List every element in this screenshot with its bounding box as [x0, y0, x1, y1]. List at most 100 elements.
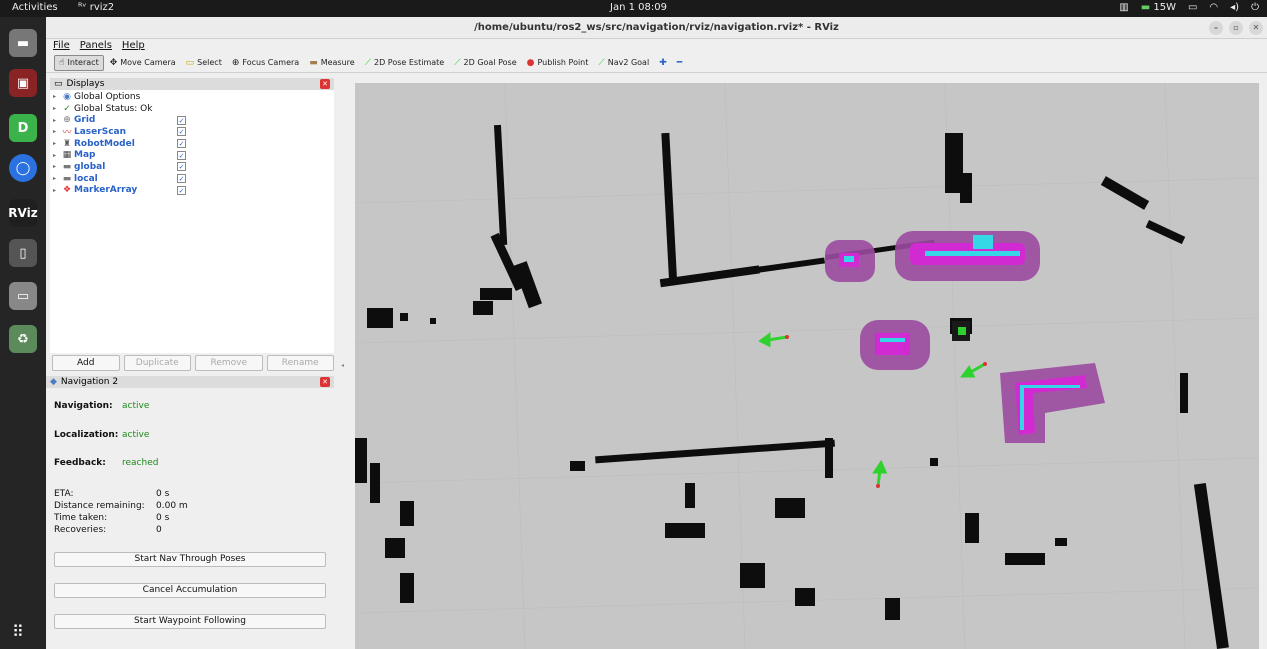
expand-icon[interactable]: ▸	[50, 175, 60, 182]
expand-icon[interactable]: ▸	[50, 152, 60, 159]
feedback-value: reached	[122, 458, 159, 469]
interact-label: Interact	[67, 58, 99, 67]
publish-point-label: Publish Point	[537, 58, 589, 67]
monitor-icon: ▭	[54, 79, 63, 89]
grid-lines	[355, 83, 1259, 649]
expand-icon[interactable]: ▸	[50, 93, 60, 100]
tree-item-local[interactable]: ▸ ▬ local ✓	[50, 173, 334, 185]
pose-estimate-tool[interactable]: ⟋ 2D Pose Estimate	[361, 55, 449, 71]
start-waypoint-following-button[interactable]: Start Waypoint Following	[54, 613, 326, 629]
menu-help[interactable]: Help	[122, 39, 145, 53]
system-tray[interactable]: ▥ ▬ 15W ▭ ◠ ◂) ⏻	[1119, 2, 1259, 13]
laserscan-checkbox[interactable]: ✓	[177, 127, 186, 137]
close-icon[interactable]: ✕	[1249, 21, 1263, 35]
power-icon: ⏻	[1251, 2, 1259, 13]
robot-model	[952, 321, 970, 341]
terminal-icon[interactable]: ▣	[9, 69, 37, 97]
clock[interactable]: Jan 1 08:09	[610, 2, 667, 13]
move-camera-tool[interactable]: ✥ Move Camera	[106, 55, 180, 71]
nav2-header: ◆ Navigation 2 ✕	[46, 376, 334, 388]
localization-value: active	[122, 429, 150, 440]
distance-row: Distance remaining: 0.00 m	[54, 500, 326, 512]
focus-camera-tool[interactable]: ⊕ Focus Camera	[228, 55, 303, 71]
expand-icon[interactable]: ▸	[50, 163, 60, 170]
collapse-handle-icon[interactable]: ◂	[341, 362, 344, 369]
close-nav2-icon[interactable]: ✕	[320, 377, 330, 387]
tablet-icon[interactable]: ▯	[9, 239, 37, 267]
local-checkbox[interactable]: ✓	[177, 174, 186, 184]
hand-icon: ☝	[59, 57, 65, 68]
distance-value: 0.00 m	[156, 500, 188, 511]
nav2-goal-tool[interactable]: ⟋ Nav2 Goal	[594, 55, 653, 71]
network-icon: ▥	[1119, 2, 1129, 13]
remove-button[interactable]: Remove	[195, 355, 263, 371]
wifi-icon: ◠	[1209, 2, 1219, 13]
close-displays-icon[interactable]: ✕	[320, 79, 330, 89]
show-apps-icon[interactable]: ⠿	[12, 622, 24, 641]
tree-item-laserscan[interactable]: ▸ 〰 LaserScan ✓	[50, 126, 334, 138]
add-display-button[interactable]: Add	[52, 355, 120, 371]
markerarray-checkbox[interactable]: ✓	[177, 185, 186, 195]
publish-point-tool[interactable]: ● Publish Point	[523, 55, 593, 71]
activities-button[interactable]: Activities	[12, 2, 58, 13]
drive-icon[interactable]: ▭	[9, 282, 37, 310]
duplicate-button[interactable]: Duplicate	[123, 355, 191, 371]
goal-pose-tool[interactable]: ⟋ 2D Goal Pose	[450, 55, 520, 71]
navigation-value: active	[122, 401, 150, 412]
expand-icon[interactable]: ▸	[50, 187, 60, 194]
start-nav-through-poses-button[interactable]: Start Nav Through Poses	[54, 551, 326, 567]
expand-icon[interactable]: ▸	[50, 140, 60, 147]
window-titlebar: /home/ubuntu/ros2_ws/src/navigation/rviz…	[46, 17, 1267, 39]
render-viewport[interactable]	[355, 83, 1259, 649]
expand-icon[interactable]: ▸	[50, 128, 60, 135]
display-icon: ▭	[1187, 2, 1198, 13]
map-checkbox[interactable]: ✓	[177, 150, 186, 160]
rviz-icon[interactable]: RViz	[8, 199, 38, 227]
tree-item-global-options[interactable]: ▸ ◉ Global Options	[50, 91, 334, 103]
qtcreator-label: D	[17, 120, 29, 136]
tree-item-label: Grid	[74, 115, 96, 126]
interact-tool[interactable]: ☝ Interact	[54, 54, 104, 71]
menu-panels[interactable]: Panels	[80, 39, 112, 53]
measure-tool[interactable]: ▬ Measure	[305, 55, 359, 71]
remove-tool-button[interactable]: ━	[673, 55, 686, 71]
tree-item-global-status[interactable]: ▸ ✓ Global Status: Ok	[50, 103, 334, 115]
chromium-icon[interactable]: ◯	[9, 154, 37, 182]
qtcreator-icon[interactable]: D	[9, 114, 37, 142]
menu-file[interactable]: File	[53, 39, 70, 53]
app-menu[interactable]: ᴿᵛ rviz2	[78, 2, 114, 13]
expand-icon[interactable]: ▸	[50, 117, 60, 124]
select-tool[interactable]: ▭ Select	[182, 55, 226, 71]
tool-bar: ☝ Interact ✥ Move Camera ▭ Select ⊕ Focus Ca…	[46, 53, 1267, 73]
tree-item-label: global	[74, 161, 106, 172]
measure-label: Measure	[320, 58, 355, 67]
tree-item-grid[interactable]: ▸ ⊕ Grid ✓	[50, 114, 334, 126]
plus-icon: ✚	[659, 57, 667, 68]
grid-checkbox[interactable]: ✓	[177, 115, 186, 125]
expand-icon[interactable]: ▸	[50, 105, 60, 112]
feedback-status: Feedback: reached	[54, 449, 326, 478]
add-tool-button[interactable]: ✚	[655, 55, 671, 71]
recoveries-label: Recoveries:	[54, 524, 107, 535]
recoveries-row: Recoveries: 0	[54, 524, 326, 536]
maximize-icon[interactable]: ▫	[1229, 21, 1243, 35]
marker-icon: ❖	[62, 185, 72, 196]
displays-header: ▭ Displays ✕	[50, 78, 334, 90]
robotmodel-checkbox[interactable]: ✓	[177, 139, 186, 149]
tree-item-global[interactable]: ▸ ▬ global ✓	[50, 161, 334, 173]
trash-icon[interactable]: ♻	[9, 325, 37, 353]
cancel-accumulation-button[interactable]: Cancel Accumulation	[54, 582, 326, 598]
files-icon[interactable]: ▬	[9, 29, 37, 57]
tree-item-robotmodel[interactable]: ▸ ♜ RobotModel ✓	[50, 138, 334, 150]
minimize-icon[interactable]: –	[1209, 21, 1223, 35]
global-checkbox[interactable]: ✓	[177, 162, 186, 172]
power-label: 15W	[1153, 2, 1176, 13]
window-title: /home/ubuntu/ros2_ws/src/navigation/rviz…	[474, 22, 839, 33]
nav2-goal-label: Nav2 Goal	[607, 58, 650, 67]
nav2-body: Navigation: active Localization: active Fe…	[46, 388, 334, 629]
tree-item-map[interactable]: ▸ ▦ Map ✓	[50, 149, 334, 161]
rename-button[interactable]: Rename	[266, 355, 334, 371]
tree-item-label: LaserScan	[74, 126, 127, 137]
tree-item-markerarray[interactable]: ▸ ❖ MarkerArray ✓	[50, 185, 334, 197]
map-icon: ▦	[62, 150, 72, 161]
